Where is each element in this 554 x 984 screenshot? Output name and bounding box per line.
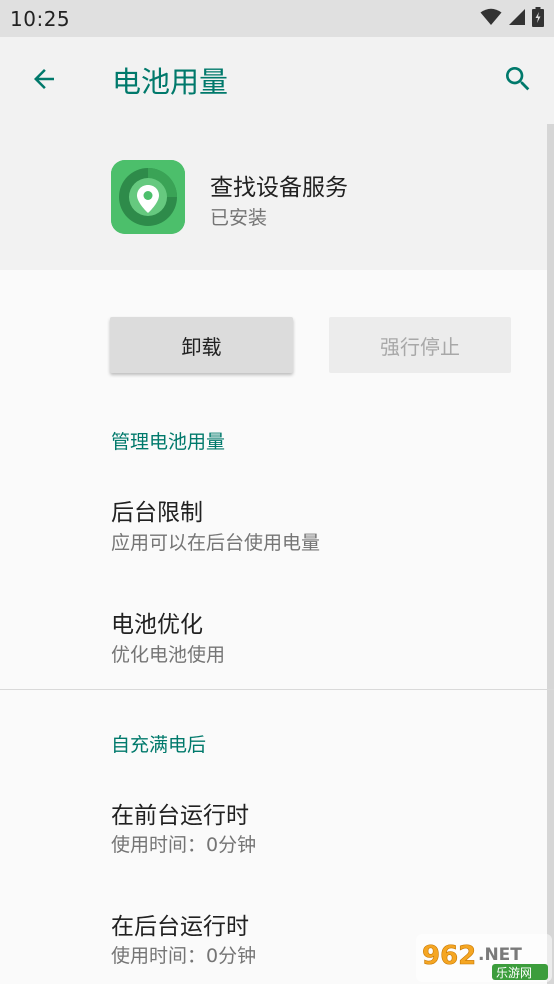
list-item-subtitle: 应用可以在后台使用电量 xyxy=(111,532,321,554)
app-header: 查找设备服务 已安装 xyxy=(0,123,554,270)
list-item-subtitle: 使用时间：0分钟 xyxy=(111,945,257,967)
list-item-title: 电池优化 xyxy=(111,612,203,638)
force-stop-button: 强行停止 xyxy=(329,317,511,373)
status-icons xyxy=(480,6,544,31)
app-bar: 电池用量 xyxy=(0,37,554,123)
svg-text:.NET: .NET xyxy=(478,945,522,965)
status-bar: 10:25 xyxy=(0,0,554,37)
list-item-subtitle: 使用时间：0分钟 xyxy=(111,834,257,856)
status-time: 10:25 xyxy=(10,6,71,31)
divider xyxy=(0,689,554,690)
arrow-back-icon xyxy=(29,64,59,98)
uninstall-button[interactable]: 卸载 xyxy=(110,317,293,373)
watermark-logo: 962 .NET 乐游网 xyxy=(416,934,552,982)
app-install-status: 已安装 xyxy=(210,207,268,229)
location-pin-app-icon xyxy=(111,160,185,234)
signal-icon xyxy=(508,8,526,30)
wifi-icon xyxy=(480,8,502,30)
battery-usage-screen: 10:25 电池用量 查找设备服务 已安装 卸载 强行停止 管理电池用量 后台限… xyxy=(0,0,554,984)
search-icon xyxy=(502,63,534,99)
app-name: 查找设备服务 xyxy=(210,175,348,201)
section-title-since-charge: 自充满电后 xyxy=(111,734,207,756)
list-item-title: 在前台运行时 xyxy=(111,803,249,829)
battery-icon xyxy=(532,6,544,31)
svg-text:962: 962 xyxy=(422,941,476,971)
list-item-subtitle: 优化电池使用 xyxy=(111,644,226,666)
scrollbar[interactable] xyxy=(547,124,554,984)
list-item-title: 在后台运行时 xyxy=(111,914,249,940)
page-title: 电池用量 xyxy=(112,65,229,99)
search-button[interactable] xyxy=(496,59,540,103)
back-button[interactable] xyxy=(24,61,64,101)
list-item-title: 后台限制 xyxy=(111,500,203,526)
svg-text:乐游网: 乐游网 xyxy=(496,966,532,980)
section-title-manage: 管理电池用量 xyxy=(111,431,226,453)
